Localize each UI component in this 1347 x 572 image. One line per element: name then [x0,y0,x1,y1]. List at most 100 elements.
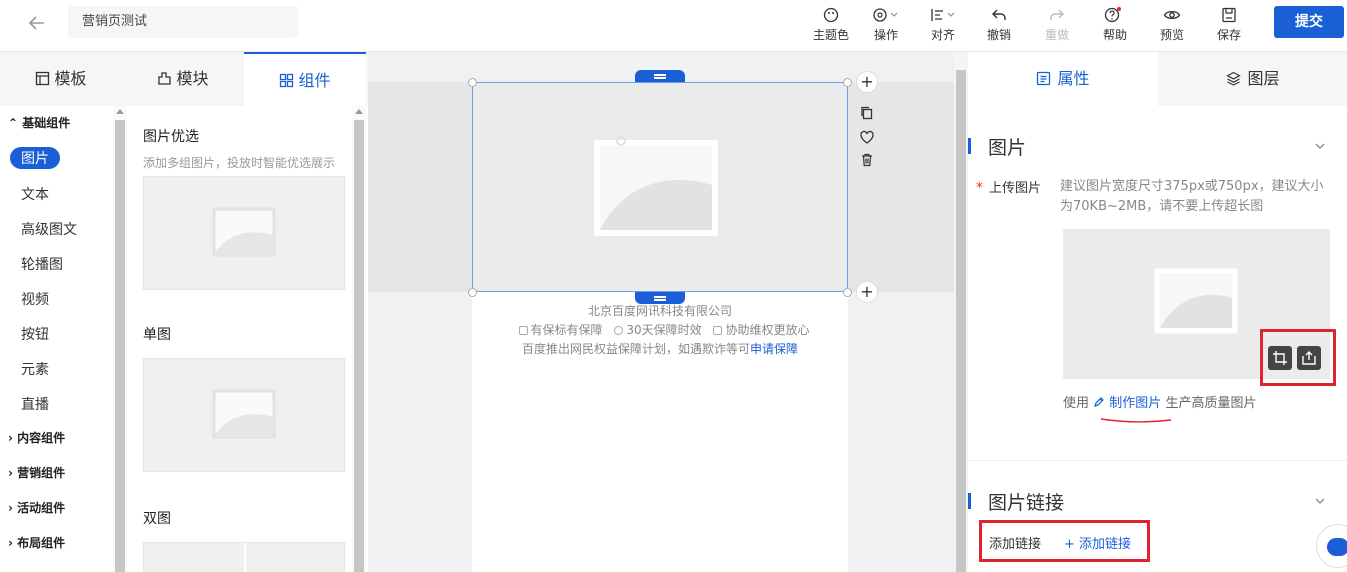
category-group-basic[interactable]: ⌃ 基础组件 [8,114,70,131]
category-item-rich-text[interactable]: 高级图文 [21,219,77,239]
scrollbar-thumb[interactable] [956,70,966,572]
tab-label: 模块 [176,69,209,88]
tool-label: 重做 [1044,28,1069,42]
image-section-title: 图片 [988,137,1027,159]
align-icon [931,9,955,21]
left-tabs: 模板 模块 组件 [0,52,368,106]
resize-handle-bottom-right[interactable] [843,288,852,297]
back-arrow-icon[interactable] [26,12,48,34]
page-name-input[interactable]: 营销页测试 [68,6,298,38]
tool-label: 预览 [1159,28,1184,42]
tool-label: 帮助 [1102,28,1127,42]
copy-icon[interactable] [859,105,875,121]
module-icon [158,72,172,85]
chevron-down-icon[interactable] [1314,140,1326,152]
resize-handle-top-left[interactable] [468,78,477,87]
resize-handle-top-right[interactable] [843,78,852,87]
apply-protection-link[interactable]: 申请保障 [750,342,798,356]
scroll-up-arrow-icon[interactable] [116,109,124,114]
make-link-text: 制作图片 [1109,396,1162,411]
collapse-caret-icon: ⌃ [8,116,23,130]
group-label: 布局组件 [17,536,66,550]
category-item-carousel[interactable]: 轮播图 [21,254,63,274]
align-button[interactable]: 对齐 [925,6,961,46]
category-item-video[interactable]: 视频 [21,289,49,309]
save-button[interactable]: 保存 [1215,6,1243,46]
expand-caret-icon: › [8,536,18,550]
expand-caret-icon: › [8,501,18,515]
tool-label: 保存 [1216,28,1241,42]
category-scrollbar[interactable] [113,106,127,572]
resize-handle-bottom-left[interactable] [468,288,477,297]
chevron-down-icon[interactable] [1314,495,1326,507]
gear-icon [873,8,898,22]
component-title: 单图 [143,327,171,343]
category-group-activity[interactable]: › 活动组件 [8,499,65,516]
section-marker [968,138,971,154]
footer-company: 北京百度网讯科技有限公司 [587,304,732,318]
tab-module[interactable]: 模块 [122,52,244,106]
help-button[interactable]: 帮助 [1100,6,1130,46]
component-card-image-optimize[interactable] [143,176,345,290]
favorite-heart-icon[interactable] [859,129,875,145]
undo-icon [992,9,1006,20]
shield-icon [518,326,528,335]
component-desc: 添加多组图片，投放时智能优选展示 [143,156,336,170]
double-image-divider [244,543,246,572]
notice-text: 百度推出网民权益保障计划，如遇欺诈等可 [521,342,750,356]
make-image-link[interactable]: 制作图片 [1093,396,1161,411]
category-group-layout[interactable]: › 布局组件 [8,534,65,551]
tab-template[interactable]: 模板 [0,52,122,106]
category-group-content[interactable]: › 内容组件 [8,429,65,446]
tool-label: 对齐 [930,28,955,42]
right-tabs: 属性 图层 [968,52,1347,106]
submit-button[interactable]: 提交 [1274,6,1344,38]
delete-trash-icon[interactable] [859,152,875,168]
component-title: 图片优选 [143,129,199,145]
scrollbar-thumb[interactable] [115,120,125,572]
selected-image-component[interactable] [472,82,848,292]
tab-properties[interactable]: 属性 [968,52,1158,106]
make-suffix: 生产高质量图片 [1165,396,1257,411]
group-label: 营销组件 [17,466,66,480]
component-grid-icon [280,73,294,88]
component-card-double-image[interactable] [143,542,345,572]
badge-text: 有保标有保障 [530,323,603,337]
upload-hint: 建议图片宽度尺寸375px或750px，建议大小为70KB~2MB，请不要上传超… [1060,179,1324,214]
drag-handle-top[interactable] [635,70,685,82]
tab-label: 属性 [1057,69,1090,88]
highlight-box-image-tools [1260,329,1336,386]
badge-text: 30天保障时效 [626,323,702,337]
component-scrollbar[interactable] [352,106,366,572]
category-group-marketing[interactable]: › 营销组件 [8,464,65,481]
make-prefix: 使用 [1063,396,1090,411]
tool-label: 主题色 [812,28,849,42]
operation-button[interactable]: 操作 [868,6,904,46]
scrollbar-thumb[interactable] [354,120,364,572]
make-image-row: 使用 制作图片 生产高质量图片 [1063,392,1256,411]
tab-component[interactable]: 组件 [244,52,366,106]
component-category-list: ⌃ 基础组件 图片 文本 高级图文 轮播图 视频 按钮 元素 直播 › 内容组件… [0,106,112,572]
tool-label: 操作 [873,28,898,42]
category-item-element[interactable]: 元素 [21,359,49,379]
category-item-button[interactable]: 按钮 [21,324,49,344]
chat-support-icon[interactable] [1316,524,1347,568]
redo-button[interactable]: 重做 [1043,6,1071,46]
preview-button[interactable]: 预览 [1158,6,1186,46]
scroll-up-arrow-icon[interactable] [355,109,363,114]
tab-layers[interactable]: 图层 [1158,52,1347,106]
component-card-single-image[interactable] [143,358,345,472]
category-item-live[interactable]: 直播 [21,394,49,414]
add-below-button[interactable]: + [856,281,878,303]
palette-icon [823,7,839,23]
image-placeholder-icon [1154,268,1238,334]
pencil-icon [1094,397,1105,407]
category-item-text[interactable]: 文本 [21,184,49,204]
undo-button[interactable]: 撤销 [985,6,1013,46]
canvas-scrollbar[interactable] [954,52,968,572]
category-item-image[interactable]: 图片 [10,147,60,169]
expand-caret-icon: › [8,431,18,445]
save-icon [1222,7,1236,23]
add-above-button[interactable]: + [856,71,878,93]
theme-color-button[interactable]: 主题色 [812,6,850,46]
